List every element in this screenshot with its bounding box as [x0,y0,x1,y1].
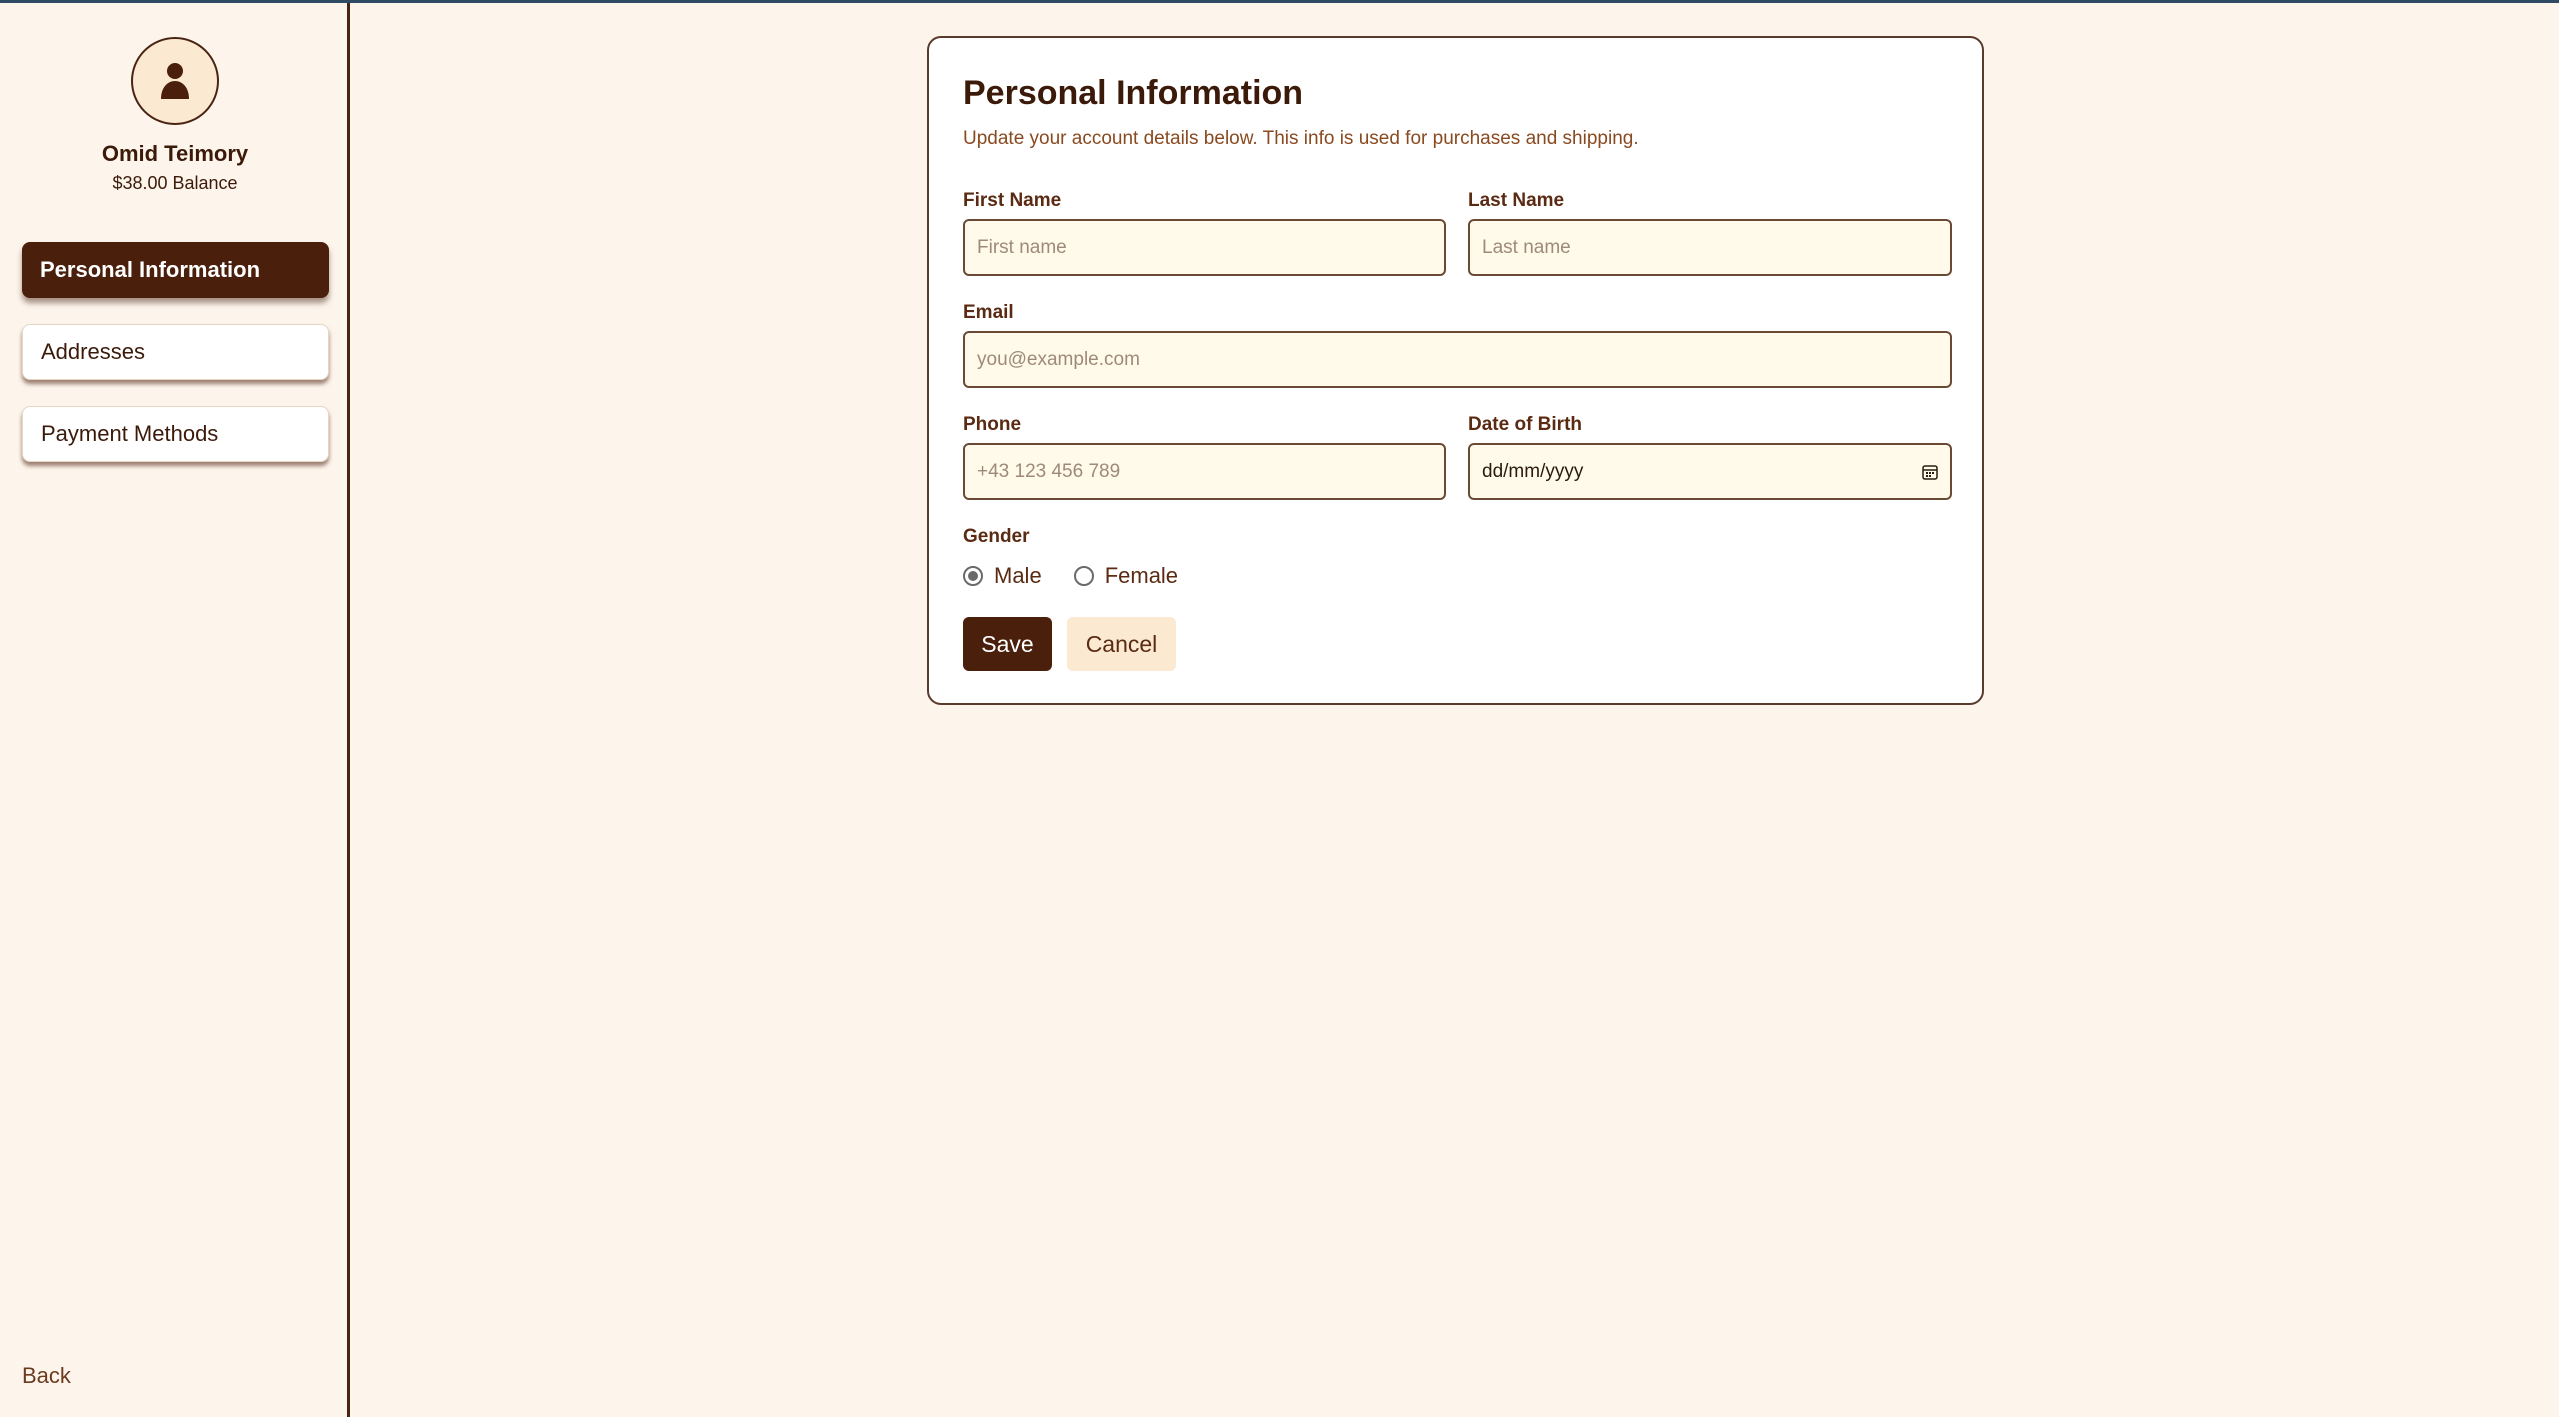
last-name-input[interactable] [1468,219,1952,276]
sidebar-item-payment-methods[interactable]: Payment Methods [22,406,329,462]
avatar [131,37,219,125]
sidebar-item-addresses[interactable]: Addresses [22,324,329,380]
sidebar-item-personal-information[interactable]: Personal Information [22,242,329,298]
gender-radio-group: Male Female [963,563,1210,589]
last-name-label: Last Name [1468,190,1565,211]
first-name-input[interactable] [963,219,1446,276]
radio-female[interactable] [1073,566,1094,586]
back-link[interactable]: Back [22,1363,71,1389]
user-balance: $38.00 Balance [112,173,238,193]
sidebar-item-label: Addresses [41,339,145,364]
radio-label-male: Male [994,563,1042,588]
radio-male[interactable] [963,566,983,586]
gender-option-female[interactable]: Female [1073,563,1179,589]
save-button[interactable]: Save [963,617,1052,671]
sidebar-item-label: Personal Information [40,257,261,282]
cancel-button[interactable]: Cancel [1067,617,1176,671]
radio-label-female: Female [1104,563,1179,588]
phone-label: Phone [963,414,1022,435]
first-name-label: First Name [963,190,1062,211]
phone-input[interactable] [963,443,1446,500]
dob-value: dd/mm/yyyy [1482,460,1584,482]
top-accent-bar [0,0,2559,3]
calendar-icon[interactable] [1922,464,1938,480]
gender-label: Gender [963,526,1030,547]
sidebar-item-label: Payment Methods [41,421,219,446]
email-label: Email [963,302,1014,323]
personal-info-card: Personal Information Update your account… [927,36,1984,705]
sidebar: Omid Teimory $38.00 Balance Personal Inf… [0,3,350,1417]
dob-input[interactable]: dd/mm/yyyy [1468,443,1952,500]
email-input[interactable] [963,331,1952,388]
page-subtitle: Update your account details below. This … [963,128,1639,149]
page-title: Personal Information [963,74,1304,112]
dob-label: Date of Birth [1468,414,1582,435]
gender-option-male[interactable]: Male [963,563,1042,589]
user-name: Omid Teimory [101,141,249,166]
user-icon [161,63,189,99]
